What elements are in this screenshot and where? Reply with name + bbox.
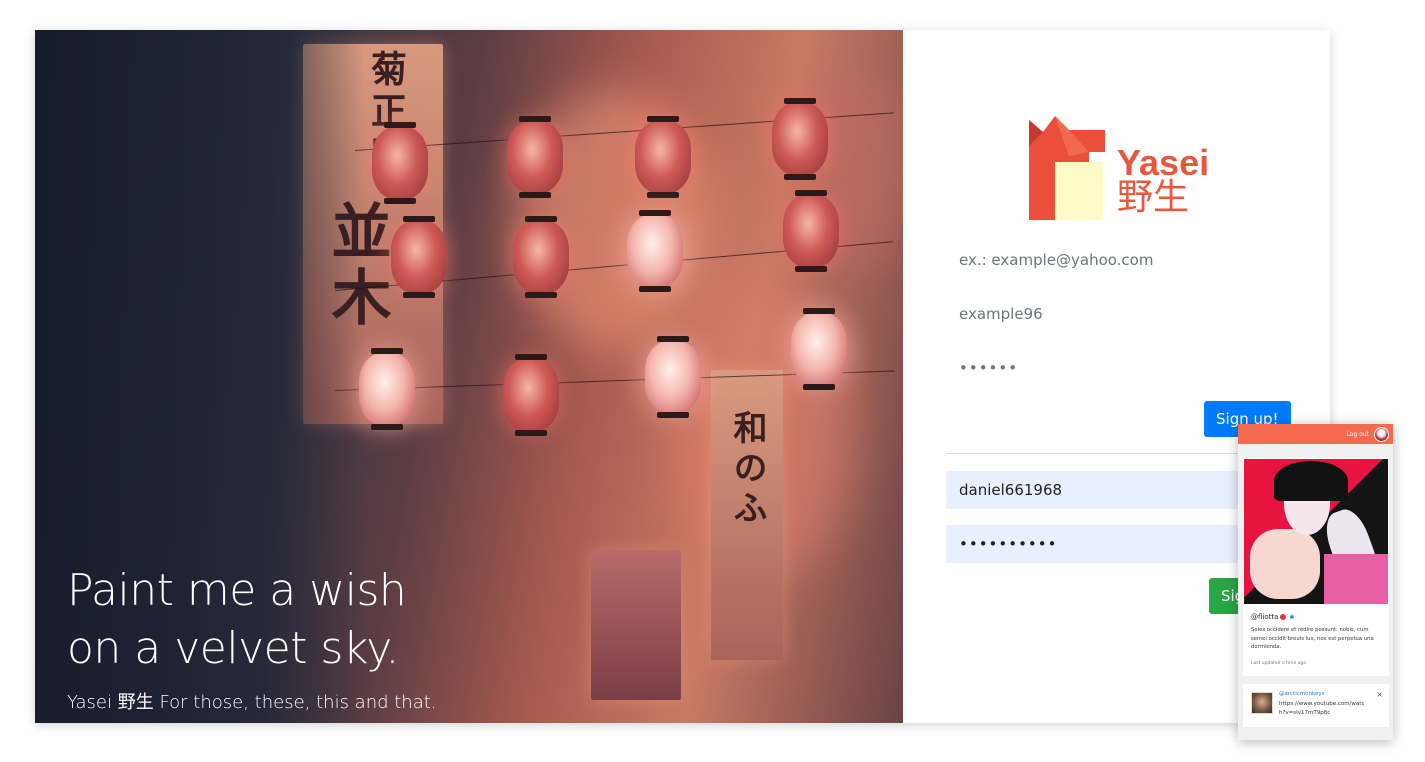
mobile-preview: Log out @fliotta ✱ Soles occidere et red… <box>1238 424 1393 740</box>
app-frame: 菊正宗 並木 和のふ Paint me a wish on a velvet s… <box>35 30 1330 723</box>
post-text: Soles occidere et redire possunt: nobis,… <box>1251 627 1374 650</box>
status-dot-icon <box>1280 614 1287 620</box>
artwork-hand <box>1250 529 1320 599</box>
post-updated: Last updated a time ago <box>1251 661 1307 666</box>
lantern <box>791 308 847 390</box>
signup-password-field[interactable]: •••••• <box>946 349 1286 387</box>
lantern <box>772 98 828 180</box>
yasei-logo: Yasei 野生 <box>1029 116 1229 222</box>
lantern <box>391 216 447 298</box>
hero-title-line1: Paint me a wish <box>67 565 407 616</box>
user-avatar[interactable] <box>1374 426 1389 442</box>
reply-avatar[interactable] <box>1251 692 1273 714</box>
post-artwork-image <box>1244 459 1388 604</box>
fox-logo-icon <box>1029 116 1105 220</box>
lantern <box>507 116 563 198</box>
mobile-header: Log out <box>1238 424 1393 444</box>
hero-sign-glyphs: 和のふ <box>727 410 767 530</box>
lantern <box>372 122 428 204</box>
lantern <box>645 336 701 418</box>
artwork-hair <box>1274 461 1348 501</box>
hero-subtitle: Yasei 野生 For those, these, this and that… <box>67 692 437 713</box>
hero-sign <box>591 550 681 700</box>
email-field[interactable]: ex.: example@yahoo.com <box>946 241 1286 279</box>
lantern <box>635 116 691 198</box>
post-handle[interactable]: @fliotta <box>1251 613 1278 621</box>
signup-username-field[interactable]: example96 <box>946 295 1286 333</box>
lantern <box>503 354 559 436</box>
post-card: @fliotta ✱ Soles occidere et redire poss… <box>1243 458 1389 676</box>
verified-badge-icon: ✱ <box>1289 613 1295 621</box>
post-author[interactable]: @fliotta ✱ <box>1251 613 1294 621</box>
close-icon[interactable]: × <box>1376 690 1383 699</box>
lantern <box>627 210 683 292</box>
artwork-pattern <box>1324 554 1388 604</box>
reply-link[interactable]: https://www.youtube.com/watch?v=sIv17mT9… <box>1279 700 1367 718</box>
logout-link[interactable]: Log out <box>1347 431 1369 438</box>
hero-title-line2: on a velvet sky. <box>67 623 400 674</box>
hero-image: 菊正宗 並木 和のふ Paint me a wish on a velvet s… <box>35 30 903 723</box>
reply-username[interactable]: @arcticmonkeys <box>1279 691 1324 697</box>
lantern <box>513 216 569 298</box>
lantern <box>359 348 415 430</box>
reply-card: @arcticmonkeys https://www.youtube.com/w… <box>1243 684 1389 727</box>
hero-caption: Paint me a wish on a velvet sky. Yasei 野… <box>67 562 437 714</box>
lantern <box>783 190 839 272</box>
brand-kanji: 野生 <box>1117 177 1190 218</box>
